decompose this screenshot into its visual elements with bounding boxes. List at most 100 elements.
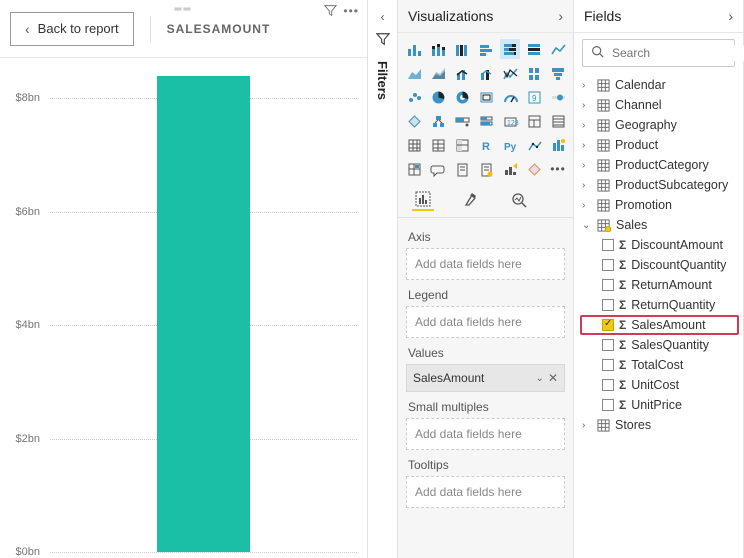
clustered-bar-icon[interactable] bbox=[452, 39, 472, 59]
more-icon[interactable]: ••• bbox=[343, 4, 359, 18]
treemap-icon[interactable] bbox=[476, 87, 496, 107]
more-icon[interactable]: ••• bbox=[548, 159, 568, 179]
line-bar-icon[interactable] bbox=[452, 63, 472, 83]
sigma-icon: Σ bbox=[619, 338, 626, 352]
bar-horizontal-icon[interactable] bbox=[476, 39, 496, 59]
stacked-bar-2-icon[interactable] bbox=[428, 39, 448, 59]
checkbox[interactable] bbox=[602, 279, 614, 291]
qa-icon[interactable] bbox=[548, 135, 568, 155]
fields-header[interactable]: Fields › bbox=[574, 0, 743, 33]
kpi-icon[interactable] bbox=[548, 87, 568, 107]
checkbox[interactable] bbox=[602, 299, 614, 311]
remove-icon[interactable]: ✕ bbox=[548, 371, 558, 385]
table-geography[interactable]: ›Geography bbox=[580, 115, 739, 135]
matrix-2-icon[interactable] bbox=[428, 135, 448, 155]
search-input[interactable] bbox=[610, 45, 744, 61]
well-axis[interactable]: Add data fields here bbox=[406, 248, 565, 280]
image-icon[interactable] bbox=[476, 159, 496, 179]
sigma-icon: Σ bbox=[619, 398, 626, 412]
r-visual-icon[interactable]: R bbox=[476, 135, 496, 155]
field-salesquantity[interactable]: ΣSalesQuantity bbox=[580, 335, 739, 355]
field-discountquantity[interactable]: ΣDiscountQuantity bbox=[580, 255, 739, 275]
gauge-icon[interactable] bbox=[500, 87, 520, 107]
checkbox[interactable] bbox=[602, 339, 614, 351]
well-tooltips[interactable]: Add data fields here bbox=[406, 476, 565, 508]
gridline bbox=[50, 552, 357, 553]
waterfall-icon[interactable] bbox=[524, 63, 544, 83]
field-totalcost[interactable]: ΣTotalCost bbox=[580, 355, 739, 375]
field-returnamount[interactable]: ΣReturnAmount bbox=[580, 275, 739, 295]
matrix-icon[interactable] bbox=[404, 135, 424, 155]
donut-icon[interactable] bbox=[452, 87, 472, 107]
well-values-pill[interactable]: SalesAmount ⌄ ✕ bbox=[406, 364, 565, 392]
table-promotion[interactable]: › Promotion bbox=[580, 195, 739, 215]
100-stacked-bar-h-icon[interactable] bbox=[524, 39, 544, 59]
arcgis-icon[interactable] bbox=[500, 159, 520, 179]
checkbox[interactable] bbox=[602, 239, 614, 251]
back-to-report-button[interactable]: ‹ Back to report bbox=[10, 12, 134, 46]
table-label: Geography bbox=[615, 118, 677, 132]
page-nav-icon[interactable] bbox=[404, 159, 424, 179]
stacked-bar-h-icon[interactable] bbox=[500, 39, 520, 59]
slicer-icon[interactable] bbox=[524, 111, 544, 131]
key-influencers-icon[interactable] bbox=[452, 111, 472, 131]
table-sales[interactable]: ⌄Sales bbox=[580, 215, 739, 235]
ribbon-icon[interactable] bbox=[500, 63, 520, 83]
chevron-down-icon[interactable]: ⌄ bbox=[536, 373, 544, 384]
drag-grip-icon[interactable]: ══ bbox=[174, 4, 192, 15]
visualizations-header[interactable]: Visualizations › bbox=[398, 0, 573, 33]
search-box[interactable] bbox=[582, 39, 735, 67]
paginated-icon[interactable] bbox=[452, 135, 472, 155]
well-small-multiples[interactable]: Add data fields here bbox=[406, 418, 565, 450]
table-icon bbox=[597, 199, 610, 212]
table-label: Stores bbox=[615, 418, 651, 432]
field-unitprice[interactable]: ΣUnitPrice bbox=[580, 395, 739, 415]
filters-pane-collapsed[interactable]: ‹ Filters bbox=[368, 0, 398, 558]
funnel-icon[interactable] bbox=[548, 63, 568, 83]
decomposition-icon[interactable] bbox=[428, 111, 448, 131]
table-channel[interactable]: ›Channel bbox=[580, 95, 739, 115]
field-discountamount[interactable]: ΣDiscountAmount bbox=[580, 235, 739, 255]
table-productcategory[interactable]: ›ProductCategory bbox=[580, 155, 739, 175]
field-salesamount[interactable]: ΣSalesAmount bbox=[580, 315, 739, 335]
filled-map-icon[interactable] bbox=[404, 111, 424, 131]
filter-icon[interactable] bbox=[324, 4, 337, 20]
bar[interactable] bbox=[157, 76, 249, 552]
area-icon[interactable] bbox=[404, 63, 424, 83]
checkbox[interactable] bbox=[602, 379, 614, 391]
shapes-icon[interactable] bbox=[452, 159, 472, 179]
field-returnquantity[interactable]: ΣReturnQuantity bbox=[580, 295, 739, 315]
line-icon[interactable] bbox=[548, 39, 568, 59]
checkbox[interactable] bbox=[602, 359, 614, 371]
tab-analytics[interactable] bbox=[508, 189, 530, 211]
number-card-icon[interactable]: 123 bbox=[500, 111, 520, 131]
table-label: Promotion bbox=[615, 198, 672, 212]
pie-icon[interactable] bbox=[428, 87, 448, 107]
separator bbox=[150, 16, 151, 42]
scatter-icon[interactable] bbox=[404, 87, 424, 107]
well-legend[interactable]: Add data fields here bbox=[406, 306, 565, 338]
table-product[interactable]: ›Product bbox=[580, 135, 739, 155]
stacked-area-icon[interactable] bbox=[428, 63, 448, 83]
py-visual-icon[interactable]: Py bbox=[500, 135, 520, 155]
checkbox[interactable] bbox=[602, 319, 614, 331]
text-box-icon[interactable] bbox=[428, 159, 448, 179]
card-icon[interactable]: 9 bbox=[524, 87, 544, 107]
table-calendar[interactable]: ›Calendar bbox=[580, 75, 739, 95]
line-bar-2-icon[interactable] bbox=[476, 63, 496, 83]
multi-row-icon[interactable] bbox=[476, 111, 496, 131]
power-apps-icon[interactable] bbox=[524, 159, 544, 179]
chevron-right-icon: › bbox=[582, 200, 592, 211]
svg-text:123: 123 bbox=[507, 120, 519, 127]
checkbox[interactable] bbox=[602, 399, 614, 411]
field-unitcost[interactable]: ΣUnitCost bbox=[580, 375, 739, 395]
tab-format[interactable] bbox=[460, 189, 482, 211]
checkbox[interactable] bbox=[602, 259, 614, 271]
table-stores[interactable]: ›Stores bbox=[580, 415, 739, 435]
tab-fields[interactable] bbox=[412, 189, 434, 211]
smart-narrative-icon[interactable] bbox=[524, 135, 544, 155]
stacked-bar-icon[interactable] bbox=[404, 39, 424, 59]
svg-text:9: 9 bbox=[532, 94, 537, 103]
table-productsubcategory[interactable]: ›ProductSubcategory bbox=[580, 175, 739, 195]
table-icon[interactable] bbox=[548, 111, 568, 131]
